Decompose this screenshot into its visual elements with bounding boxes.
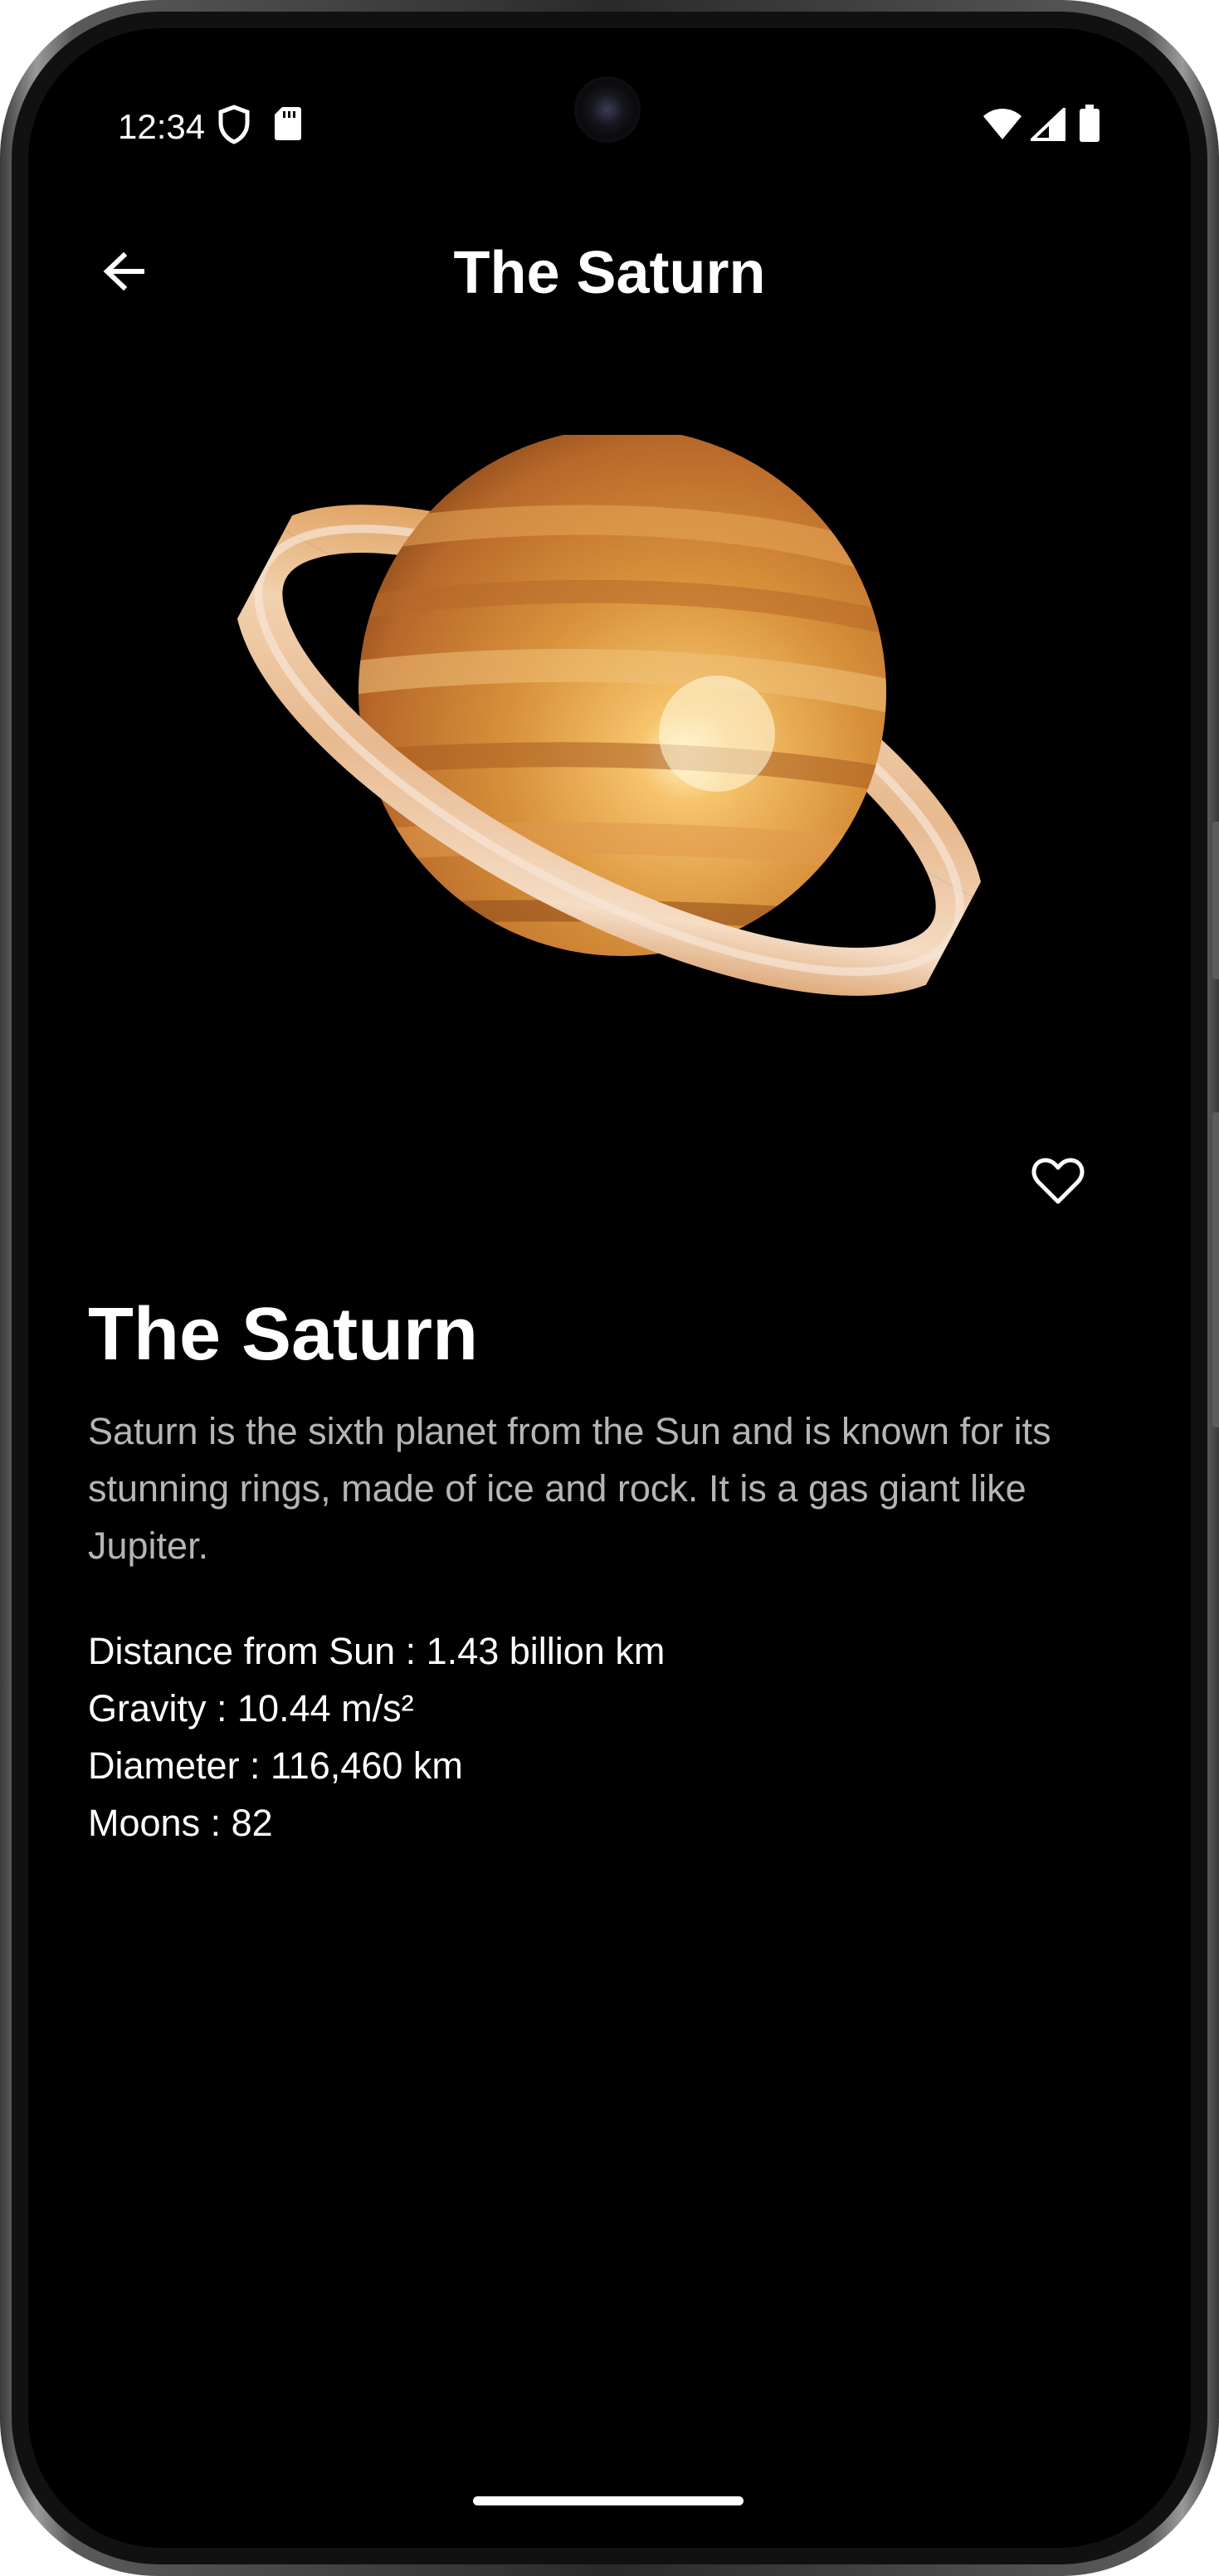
battery-icon — [1079, 105, 1100, 147]
planet-facts: Distance from Sun : 1.43 billion km Grav… — [88, 1622, 1150, 1852]
heart-outline-icon — [1031, 1157, 1085, 1209]
status-time: 12:34 — [118, 107, 206, 146]
wifi-icon — [983, 108, 1022, 145]
fact-moons: Moons : 82 — [88, 1802, 273, 1844]
planet-details: The Saturn Saturn is the sixth planet fr… — [88, 1290, 1150, 1852]
phone-frame: 12:34 The Saturn The Saturn Saturn is th… — [0, 0, 1219, 2576]
fact-diameter: Diameter : 116,460 km — [88, 1744, 463, 1787]
signal-icon — [1027, 105, 1065, 145]
front-camera — [574, 76, 641, 143]
sd-card-icon — [274, 106, 302, 145]
shield-icon — [217, 105, 251, 149]
fact-gravity: Gravity : 10.44 m/s² — [88, 1687, 414, 1730]
top-app-bar: The Saturn — [28, 211, 1191, 335]
planet-description: Saturn is the sixth planet from the Sun … — [88, 1410, 1051, 1567]
screen: 12:34 The Saturn The Saturn Saturn is th… — [28, 28, 1191, 2548]
home-indicator[interactable] — [473, 2496, 744, 2505]
planet-name: The Saturn — [88, 1293, 479, 1376]
favorite-button[interactable] — [1021, 1145, 1095, 1220]
volume-button — [1212, 1112, 1219, 1427]
power-button — [1212, 822, 1219, 979]
saturn-planet-image — [219, 428, 999, 1041]
fact-distance: Distance from Sun : 1.43 billion km — [88, 1630, 666, 1672]
app-bar-title: The Saturn — [453, 240, 766, 306]
